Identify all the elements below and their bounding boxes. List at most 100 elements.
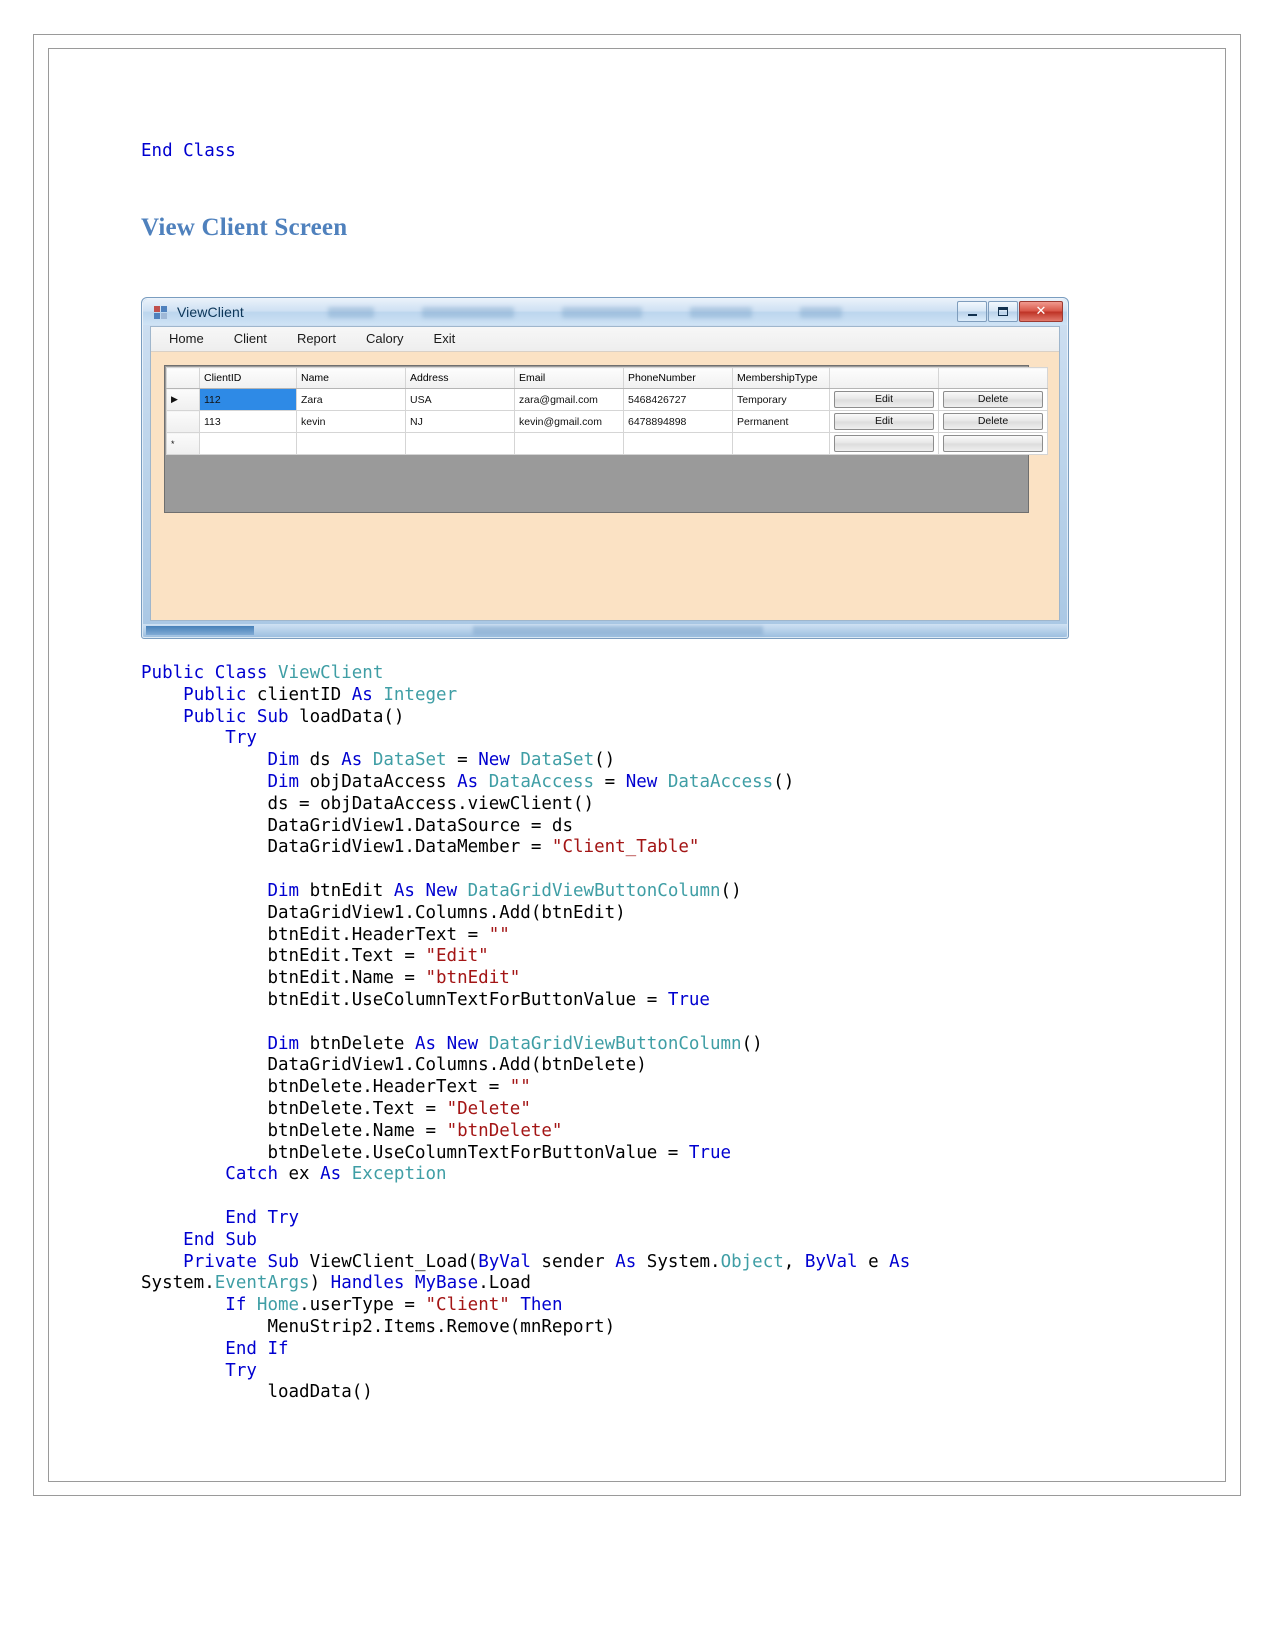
code-token: Then [520,1295,563,1316]
column-header-edit[interactable] [829,367,939,389]
column-header-phonenumber[interactable]: PhoneNumber [623,367,733,389]
cell-clientid[interactable]: 112 [199,388,297,411]
code-token: Handles [330,1273,405,1294]
window-titlebar[interactable]: ViewClient ✕ [143,299,1067,325]
code-token: Object [720,1251,784,1272]
code-line: Private Sub ViewClient_Load(ByVal sender… [141,1252,1121,1274]
code-line: btnDelete.UseColumnTextForButtonValue = … [141,1143,1121,1165]
code-token: "" [509,1077,531,1098]
code-token: Sub [267,1251,300,1272]
code-token: objDataAccess [299,771,458,792]
code-token: btnEdit.UseColumnTextForButtonValue = [141,989,668,1010]
cell-name[interactable] [296,432,406,455]
code-token: DataGridView1.DataSource = ds [141,815,573,836]
minimize-button[interactable] [957,301,987,322]
code-token: If [267,1338,289,1359]
document-page: End Class View Client Screen ViewClient … [0,0,1275,1651]
menu-item-report[interactable]: Report [282,327,351,351]
code-token: () [720,880,742,901]
edit-button[interactable]: Edit [834,413,934,430]
code-line: Dim btnDelete As New DataGridViewButtonC… [141,1034,1121,1056]
code-token: Exception [351,1164,447,1185]
code-token: End [225,1338,257,1359]
cell-phonenumber[interactable]: 6478894898 [623,410,733,433]
cell-phonenumber[interactable]: 5468426727 [623,388,733,411]
column-header-delete[interactable] [938,367,1048,389]
menu-item-exit[interactable]: Exit [419,327,471,351]
code-token: Dim [267,1033,300,1054]
cell-address[interactable] [405,432,515,455]
window-title: ViewClient [177,304,244,320]
code-token: btnEdit.Text = [141,946,426,967]
code-line: Public Sub loadData() [141,707,1121,729]
cell-membershiptype[interactable]: Permanent [732,410,830,433]
cell-address[interactable]: USA [405,388,515,411]
cell-membershiptype[interactable] [732,432,830,455]
code-token: New [446,1033,479,1054]
code-token: DataGridViewButtonColumn [488,1033,742,1054]
cell-email[interactable] [514,432,624,455]
status-ghost-artifact [473,626,763,635]
table-row[interactable]: ▶ 112 Zara USA zara@gmail.com 5468426727… [166,388,1048,411]
cell-phonenumber[interactable] [623,432,733,455]
cell-membershiptype[interactable]: Temporary [732,388,830,411]
column-header-clientid[interactable]: ClientID [199,367,297,389]
menu-item-calory[interactable]: Calory [351,327,419,351]
code-line: End Try [141,1208,1121,1230]
edit-button[interactable]: Edit [834,391,934,408]
delete-button[interactable]: Delete [943,391,1043,408]
code-token: True [667,989,710,1010]
column-header-name[interactable]: Name [296,367,406,389]
pre-heading-code-text: End Class [141,141,236,161]
code-token: System. [141,1273,215,1294]
cell-clientid[interactable]: 113 [199,410,297,433]
table-row[interactable]: 113 kevin NJ kevin@gmail.com 6478894898 … [166,410,1048,433]
code-token: Catch [225,1164,278,1185]
code-token: "btnEdit" [425,968,521,989]
column-header-address[interactable]: Address [405,367,515,389]
menu-item-home[interactable]: Home [151,327,219,351]
table-body: ▶ 112 Zara USA zara@gmail.com 5468426727… [166,388,1048,455]
code-token: ByVal [478,1251,531,1272]
code-token: As [615,1251,637,1272]
code-token: , [783,1251,805,1272]
maximize-button[interactable] [988,301,1018,322]
code-line: loadData() [141,1382,1121,1404]
cell-clientid[interactable] [199,432,297,455]
code-line: Dim btnEdit As New DataGridViewButtonCol… [141,881,1121,903]
menu-item-client[interactable]: Client [219,327,282,351]
code-line: If Home.userType = "Client" Then [141,1295,1121,1317]
table-row[interactable]: * [166,432,1048,455]
code-token: loadData() [288,706,405,727]
code-line: System.EventArgs) Handles MyBase.Load [141,1273,1121,1295]
cell-address[interactable]: NJ [405,410,515,433]
code-token: As [320,1164,342,1185]
cell-email[interactable]: zara@gmail.com [514,388,624,411]
cell-name[interactable]: kevin [296,410,406,433]
code-token: System. [636,1251,721,1272]
edit-button[interactable] [834,435,934,452]
close-button[interactable]: ✕ [1019,301,1063,322]
code-token: () [741,1033,763,1054]
delete-button[interactable]: Delete [943,413,1043,430]
column-header-membershiptype[interactable]: MembershipType [732,367,830,389]
datagridview[interactable]: ClientID Name Address Email PhoneNumber … [164,365,1048,513]
cell-email[interactable]: kevin@gmail.com [514,410,624,433]
new-row-marker: * [166,432,200,455]
code-line: End If [141,1339,1121,1361]
code-token: Public [183,706,247,727]
delete-button[interactable] [943,435,1043,452]
column-header-email[interactable]: Email [514,367,624,389]
cell-name[interactable]: Zara [296,388,406,411]
